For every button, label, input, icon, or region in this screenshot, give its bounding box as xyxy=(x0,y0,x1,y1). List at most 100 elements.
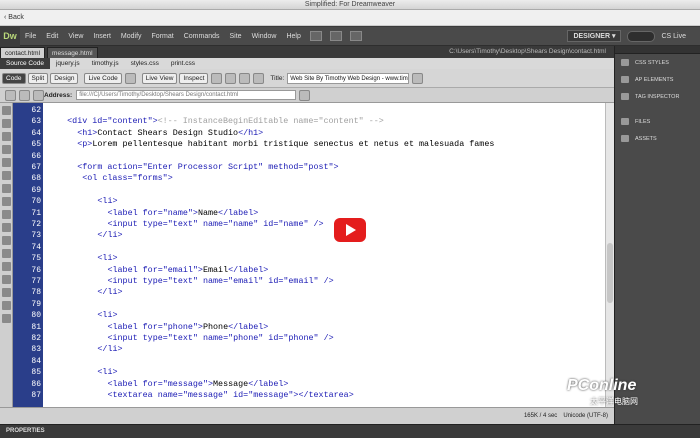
panel-files[interactable]: FILES xyxy=(615,113,700,130)
right-panel: CSS STYLES AP ELEMENTS TAG INSPECTOR FIL… xyxy=(614,46,700,424)
forward-arrow-icon[interactable] xyxy=(19,90,30,101)
code-view-button[interactable]: Code xyxy=(2,72,26,84)
menu-view[interactable]: View xyxy=(63,27,88,46)
code-line[interactable]: <p>Lorem pellentesque habitant morbi tri… xyxy=(77,139,494,150)
panel-ap-elements[interactable]: AP ELEMENTS xyxy=(615,71,700,88)
collapse-tag-icon[interactable] xyxy=(2,119,11,128)
line-numbers-icon[interactable] xyxy=(2,184,11,193)
coding-toolbar xyxy=(0,103,13,407)
code-line[interactable]: <input type="text" name="phone" id="phon… xyxy=(107,333,333,344)
line-number: 75 xyxy=(31,254,41,264)
menu-commands[interactable]: Commands xyxy=(179,27,225,46)
menu-format[interactable]: Format xyxy=(147,27,179,46)
menu-file[interactable]: File xyxy=(20,27,41,46)
expand-all-icon[interactable] xyxy=(2,145,11,154)
live-code-icon[interactable] xyxy=(124,72,136,84)
file-management-icon[interactable] xyxy=(239,72,251,84)
search-input[interactable] xyxy=(627,30,656,42)
code-line[interactable]: </li> xyxy=(97,287,122,298)
code-line[interactable]: <input type="text" name="email" id="emai… xyxy=(107,276,333,287)
related-source-code[interactable]: Source Code xyxy=(0,58,50,69)
menu-modify[interactable]: Modify xyxy=(116,27,147,46)
vertical-scrollbar[interactable] xyxy=(605,103,614,407)
workspace-switcher[interactable]: DESIGNER ▾ xyxy=(567,30,622,42)
multiscreen-icon[interactable] xyxy=(211,72,223,84)
panel-tag-inspector[interactable]: TAG INSPECTOR xyxy=(615,88,700,105)
site-icon[interactable] xyxy=(349,31,362,41)
related-jquery[interactable]: jquery.js xyxy=(50,60,86,67)
move-css-icon[interactable] xyxy=(2,275,11,284)
cs-live-button[interactable]: CS Live xyxy=(661,33,686,40)
panel-tag-inspector-label: TAG INSPECTOR xyxy=(635,93,680,100)
browse-icon[interactable] xyxy=(299,89,311,101)
back-arrow-icon[interactable] xyxy=(5,90,16,101)
tab-contact[interactable]: contact.html xyxy=(0,47,46,58)
menu-window[interactable]: Window xyxy=(247,27,282,46)
code-line[interactable]: <label for="message">Message</label> xyxy=(107,379,288,390)
code-line[interactable]: <input type="text" name="name" id="name"… xyxy=(107,219,323,230)
tab-message[interactable]: message.html xyxy=(47,47,98,58)
panel-grip[interactable] xyxy=(615,46,700,54)
browser-preview-icon[interactable] xyxy=(225,72,237,84)
indent-code-icon[interactable] xyxy=(2,288,11,297)
code-line[interactable]: <ol class="forms"> xyxy=(82,173,172,184)
menu-edit[interactable]: Edit xyxy=(41,27,63,46)
menu-help[interactable]: Help xyxy=(281,27,305,46)
inspect-button[interactable]: Inspect xyxy=(179,72,209,84)
refresh-icon[interactable] xyxy=(33,90,44,101)
title-input[interactable]: Web Site By Timothy Web Design - www.tim… xyxy=(287,72,410,84)
address-input[interactable]: file:///C|/Users/Timothy/Desktop/Shears … xyxy=(76,90,297,100)
code-line[interactable]: <label for="phone">Phone</label> xyxy=(107,322,268,333)
remove-comment-icon[interactable] xyxy=(2,236,11,245)
design-view-button[interactable]: Design xyxy=(50,72,79,84)
recent-snippets-icon[interactable] xyxy=(2,262,11,271)
code-line[interactable]: <label for="name">Name</label> xyxy=(107,208,258,219)
code-line[interactable]: </li> xyxy=(97,344,122,355)
code-line[interactable]: <div id="content"><!-- InstanceBeginEdit… xyxy=(67,116,384,127)
scrollbar-thumb[interactable] xyxy=(607,243,613,303)
select-parent-tag-icon[interactable] xyxy=(2,158,11,167)
code-line[interactable]: <li> xyxy=(97,196,117,207)
related-styles[interactable]: styles.css xyxy=(125,60,165,67)
code-line[interactable]: <textarea name="message" id="message"></… xyxy=(107,390,353,401)
related-timothy[interactable]: timothy.js xyxy=(86,60,125,67)
line-number: 84 xyxy=(31,356,41,366)
split-view-button[interactable]: Split xyxy=(27,72,49,84)
check-page-icon[interactable] xyxy=(412,72,424,84)
back-button[interactable]: ‹ Back xyxy=(0,10,700,26)
menu-site[interactable]: Site xyxy=(225,27,247,46)
line-number: 79 xyxy=(31,299,41,309)
balance-braces-icon[interactable] xyxy=(2,171,11,180)
code-line[interactable]: <form action="Enter Processor Script" me… xyxy=(77,162,338,173)
format-source-icon[interactable] xyxy=(2,314,11,323)
properties-panel-header[interactable]: PROPERTIES xyxy=(0,424,700,438)
play-button-icon[interactable] xyxy=(334,218,366,242)
panel-files-label: FILES xyxy=(635,118,651,125)
layout-icon[interactable] xyxy=(309,31,322,41)
status-bar: 165K / 4 sec Unicode (UTF-8) xyxy=(0,407,614,424)
related-print[interactable]: print.css xyxy=(165,60,201,67)
extend-icon[interactable] xyxy=(329,31,342,41)
open-documents-icon[interactable] xyxy=(2,106,11,115)
panel-css-styles[interactable]: CSS STYLES xyxy=(615,54,700,71)
encoding: Unicode (UTF-8) xyxy=(563,413,608,419)
panel-assets[interactable]: ASSETS xyxy=(615,130,700,147)
outdent-code-icon[interactable] xyxy=(2,301,11,310)
code-line[interactable]: <li> xyxy=(97,253,117,264)
code-line[interactable]: <h1>Contact Shears Design Studio</h1> xyxy=(77,128,263,139)
code-line[interactable]: </li> xyxy=(97,230,122,241)
code-line[interactable]: <li> xyxy=(97,367,117,378)
code-line[interactable]: <li> xyxy=(97,310,117,321)
code-editor[interactable]: <div id="content"><!-- InstanceBeginEdit… xyxy=(43,103,605,407)
panel-css-styles-label: CSS STYLES xyxy=(635,59,669,66)
wrap-tag-icon[interactable] xyxy=(2,249,11,258)
code-line[interactable]: <label for="email">Email</label> xyxy=(107,265,268,276)
collapse-selection-icon[interactable] xyxy=(2,132,11,141)
highlight-invalid-icon[interactable] xyxy=(2,197,11,206)
live-view-button[interactable]: Live View xyxy=(141,72,178,84)
apply-comment-icon[interactable] xyxy=(2,223,11,232)
visual-aids-icon[interactable] xyxy=(253,72,265,84)
menu-insert[interactable]: Insert xyxy=(88,27,116,46)
live-code-button[interactable]: Live Code xyxy=(84,72,122,84)
syntax-error-icon[interactable] xyxy=(2,210,11,219)
